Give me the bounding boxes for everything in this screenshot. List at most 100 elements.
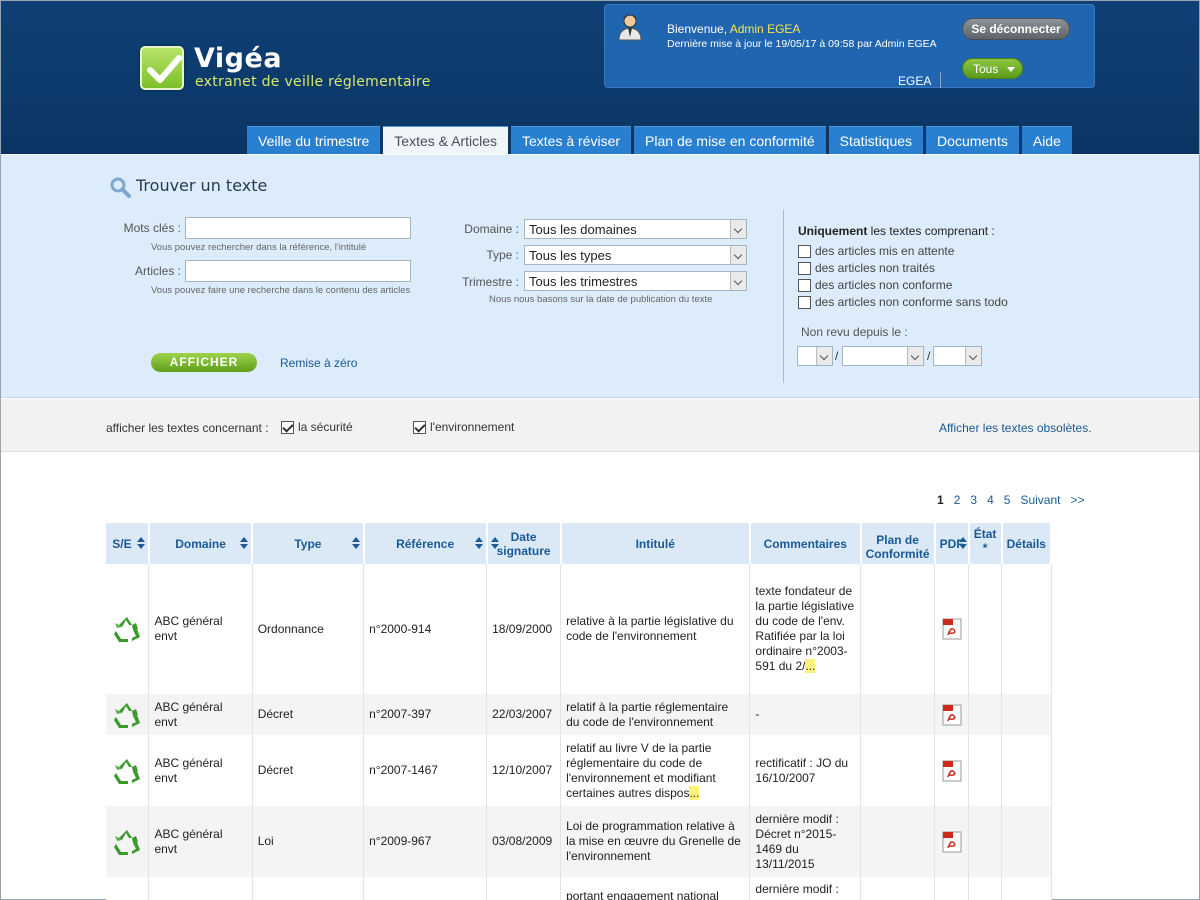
tab-statistiques[interactable]: Statistiques bbox=[828, 126, 924, 154]
tab-documents[interactable]: Documents bbox=[926, 126, 1019, 154]
last-page-link[interactable]: >> bbox=[1070, 493, 1084, 507]
row-type: Décret bbox=[252, 735, 365, 806]
option-nonconform-no-todo[interactable]: des articles non conforme sans todo bbox=[798, 295, 1008, 309]
page-5[interactable]: 5 bbox=[1004, 493, 1011, 507]
row-date: 03/08/2009 bbox=[486, 806, 562, 877]
row-domain: ABC général envt bbox=[148, 694, 253, 735]
table-row[interactable]: ABC général envt Décret n°2007-1467 12/1… bbox=[106, 735, 1052, 806]
col-title-label: Intitulé bbox=[635, 536, 675, 551]
scope-dropdown[interactable]: Tous bbox=[962, 58, 1023, 79]
col-domain[interactable]: Domaine bbox=[148, 523, 254, 564]
option-pending[interactable]: des articles mis en attente bbox=[798, 244, 954, 258]
month-select[interactable] bbox=[842, 346, 924, 366]
tab-veille-du-trimestre[interactable]: Veille du trimestre bbox=[247, 126, 381, 154]
checkbox[interactable] bbox=[798, 295, 811, 309]
tab-textes-articles[interactable]: Textes & Articles bbox=[383, 126, 508, 154]
row-title: Loi de programmation relative à la mise … bbox=[560, 806, 751, 877]
expand-ellipsis[interactable]: ... bbox=[805, 659, 816, 673]
pdf-icon[interactable] bbox=[942, 831, 962, 853]
type-select[interactable]: Tous les types bbox=[524, 245, 747, 265]
date-separator: / bbox=[835, 349, 839, 363]
quarter-select[interactable]: Tous les trimestres bbox=[524, 271, 747, 291]
checkbox[interactable] bbox=[798, 261, 811, 275]
row-title-text: Loi de programmation relative à la mise … bbox=[566, 819, 741, 863]
col-date-label-2: signature bbox=[496, 543, 551, 558]
col-type[interactable]: Type bbox=[252, 523, 365, 564]
divider bbox=[940, 72, 941, 88]
divider bbox=[783, 210, 784, 383]
checkbox[interactable] bbox=[413, 420, 426, 434]
environment-recycle-icon bbox=[114, 702, 141, 728]
logout-button[interactable]: Se déconnecter bbox=[962, 18, 1070, 40]
date-separator: / bbox=[927, 349, 931, 363]
sort-icon[interactable] bbox=[351, 537, 360, 549]
pdf-icon[interactable] bbox=[942, 704, 962, 726]
obsolete-texts-link[interactable]: Afficher les textes obsolètes. bbox=[939, 421, 1092, 435]
table-row[interactable]: ABC général envt Ordonnance n°2000-914 1… bbox=[106, 564, 1052, 694]
logo-title[interactable]: Vigéa bbox=[194, 43, 282, 74]
col-plan-label-2: Conformité bbox=[865, 546, 930, 561]
filter-security[interactable]: la sécurité bbox=[281, 420, 353, 434]
row-date: 18/09/2000 bbox=[486, 564, 562, 694]
row-pdf bbox=[934, 694, 970, 735]
col-reference[interactable]: Référence bbox=[363, 523, 488, 564]
checkbox[interactable] bbox=[798, 244, 811, 258]
checkbox[interactable] bbox=[798, 278, 811, 292]
table-row[interactable]: ABC général envt Décret n°2007-397 22/03… bbox=[106, 694, 1052, 735]
row-domain: ABC général envt bbox=[148, 564, 253, 694]
table-row[interactable]: ABC général envt Loi n°2009-967 03/08/20… bbox=[106, 806, 1052, 877]
expand-ellipsis[interactable]: ... bbox=[689, 785, 700, 800]
day-select[interactable] bbox=[797, 346, 833, 366]
pdf-icon[interactable] bbox=[942, 618, 962, 640]
keywords-hint: Vous pouvez rechercher dans la référence… bbox=[151, 242, 367, 253]
row-se-cell bbox=[106, 806, 150, 877]
option-untreated[interactable]: des articles non traités bbox=[798, 261, 935, 275]
table-row[interactable]: portant engagement national dernière mod… bbox=[106, 877, 1052, 900]
page-4[interactable]: 4 bbox=[987, 493, 994, 507]
option-nonconform[interactable]: des articles non conforme bbox=[798, 278, 952, 292]
articles-input[interactable] bbox=[185, 260, 411, 282]
quarter-label: Trimestre : bbox=[462, 275, 519, 289]
submit-button[interactable]: AFFICHER bbox=[151, 353, 257, 372]
sort-icon[interactable] bbox=[958, 537, 967, 549]
col-se-label: S/E bbox=[112, 536, 132, 551]
sort-icon[interactable] bbox=[490, 537, 499, 549]
logo-check-icon[interactable] bbox=[140, 46, 184, 90]
col-date[interactable]: Date signature bbox=[486, 523, 562, 564]
row-title: relative à la partie législative du code… bbox=[560, 564, 751, 694]
reset-link[interactable]: Remise à zéro bbox=[280, 356, 357, 370]
tab-textes-a-reviser[interactable]: Textes à réviser bbox=[510, 126, 632, 154]
next-page-link[interactable]: Suivant bbox=[1020, 493, 1060, 507]
tab-plan-mise-en-conformite[interactable]: Plan de mise en conformité bbox=[634, 126, 826, 154]
year-select[interactable] bbox=[933, 346, 982, 366]
sort-icon[interactable] bbox=[240, 537, 249, 549]
row-title: relatif à la partie réglementaire du cod… bbox=[560, 694, 751, 735]
col-plan: Plan de Conformité bbox=[860, 523, 936, 564]
page-3[interactable]: 3 bbox=[970, 493, 977, 507]
articles-hint: Vous pouvez faire une recherche dans le … bbox=[151, 285, 411, 296]
row-reference: n°2007-1467 bbox=[363, 735, 488, 806]
col-se[interactable]: S/E bbox=[106, 523, 150, 564]
row-state bbox=[968, 806, 1003, 877]
row-plan bbox=[860, 806, 936, 877]
chevron-down-icon bbox=[730, 220, 746, 238]
logo-subtitle: extranet de veille réglementaire bbox=[195, 74, 431, 90]
table-header-row: S/E Domaine Type Référence Date signature… bbox=[106, 523, 1053, 564]
pdf-icon[interactable] bbox=[942, 760, 962, 782]
col-reference-label: Référence bbox=[396, 536, 455, 551]
keywords-input[interactable] bbox=[185, 217, 411, 239]
page-1[interactable]: 1 bbox=[937, 493, 944, 507]
col-pdf[interactable]: PDF bbox=[934, 523, 970, 564]
sort-icon[interactable] bbox=[474, 537, 483, 549]
filter-bar: afficher les textes concernant : la sécu… bbox=[1, 399, 1199, 452]
checkbox[interactable] bbox=[281, 420, 294, 434]
row-type: Décret bbox=[252, 694, 365, 735]
tab-aide[interactable]: Aide bbox=[1021, 126, 1072, 154]
row-details bbox=[1001, 735, 1052, 806]
filter-environment[interactable]: l'environnement bbox=[413, 420, 514, 434]
welcome-text: Bienvenue, Admin EGEA bbox=[667, 22, 800, 36]
sort-icon[interactable] bbox=[136, 537, 145, 549]
search-panel: Trouver un texte Mots clés : Vous pouvez… bbox=[1, 155, 1199, 398]
page-2[interactable]: 2 bbox=[954, 493, 961, 507]
domain-select[interactable]: Tous les domaines bbox=[524, 219, 747, 239]
